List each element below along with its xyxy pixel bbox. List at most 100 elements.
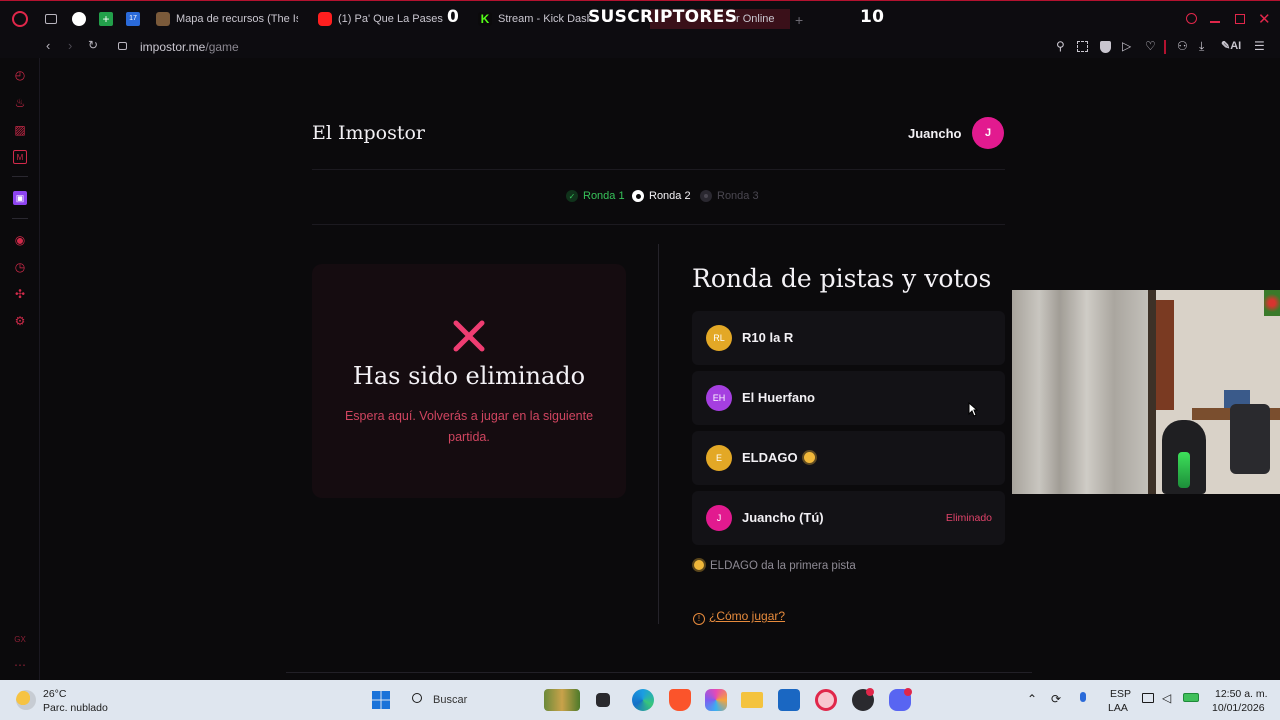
outlook-icon[interactable] — [778, 689, 800, 711]
eliminated-badge: Eliminado — [945, 512, 992, 524]
eliminated-subtitle: Espera aquí. Volverás a jugar en la sigu… — [344, 409, 594, 444]
footer-divider — [286, 672, 1032, 673]
stream-overlay-count-right: 10 — [860, 7, 885, 27]
heart-icon[interactable]: ♡ — [1145, 39, 1156, 53]
opera-gx-taskbar-icon[interactable] — [815, 689, 837, 711]
chair — [1230, 404, 1270, 474]
tray-sync-icon[interactable]: ⟳ — [1051, 692, 1061, 706]
url-field[interactable]: impostor.me/game — [140, 40, 239, 54]
rounds-divider — [312, 224, 1005, 225]
stream-overlay-subscribers: SUSCRIPTORES — [588, 7, 738, 27]
first-clue-hint: ELDAGO da la primera pista — [694, 560, 856, 572]
sidebar-history-icon[interactable]: ◷ — [13, 260, 27, 274]
task-view-icon[interactable] — [596, 693, 610, 707]
ai-label: AI — [1230, 40, 1242, 52]
minimize-button[interactable] — [1210, 21, 1220, 23]
windows-taskbar: 26°C Parc. nublado Buscar ⌃ ⟳ ESP LAA ◁ … — [0, 680, 1280, 720]
tray-chevron-icon[interactable]: ⌃ — [1027, 692, 1037, 706]
discord-badge — [904, 688, 912, 696]
webcam-overlay — [1012, 290, 1280, 494]
player-name: Juancho (Tú) — [742, 510, 824, 525]
youtube-favicon-icon — [318, 12, 332, 26]
file-explorer-icon[interactable] — [741, 692, 763, 708]
new-tab-button[interactable]: + — [795, 12, 803, 28]
edge-icon[interactable] — [632, 689, 654, 711]
taskbar-search[interactable]: Buscar — [433, 694, 467, 706]
sidebar-twitch-icon[interactable]: ▣ — [13, 191, 27, 205]
aria-ai-button[interactable]: ✎AI — [1221, 39, 1241, 52]
snap-button[interactable] — [1235, 14, 1245, 24]
sidebar-gx-icon[interactable]: GX — [13, 633, 27, 647]
clock-time[interactable]: 12:50 a. m. — [1215, 688, 1268, 700]
workspaces-icon[interactable] — [45, 14, 57, 24]
player-avatar: RL — [706, 325, 732, 351]
round-label: Ronda 1 — [583, 190, 625, 202]
pinned-sheets-icon[interactable]: + — [99, 12, 113, 26]
player-avatar: EH — [706, 385, 732, 411]
reload-icon[interactable]: ↻ — [88, 38, 98, 52]
tab-label: r Online — [736, 13, 775, 25]
user-name: Juancho — [908, 126, 962, 141]
stream-overlay-count-left: 0 — [447, 7, 460, 27]
eliminated-x-icon — [453, 320, 485, 352]
download-icon[interactable]: ⤓ — [1199, 39, 1204, 54]
tray-battery-icon[interactable] — [1183, 693, 1199, 702]
how-to-play-label: ¿Cómo jugar? — [709, 609, 786, 623]
shield-icon[interactable] — [1100, 41, 1111, 53]
browser-tab-bar: + 17 Mapa de recursos (The Isl (1) Pa' Q… — [0, 0, 1280, 36]
mic-light — [1178, 452, 1190, 488]
tab-mapa-recursos[interactable]: Mapa de recursos (The Isl — [156, 9, 298, 29]
brave-icon[interactable] — [669, 689, 691, 711]
weather-icon[interactable] — [16, 690, 36, 710]
player-name: El Huerfano — [742, 390, 815, 405]
back-icon[interactable]: ‹ — [46, 38, 50, 53]
profile-icon[interactable]: ⚇ — [1177, 39, 1188, 53]
search-highlight-icon[interactable] — [544, 689, 580, 711]
pinned-calendar-icon[interactable]: 17 — [126, 12, 140, 26]
search-icon[interactable] — [412, 693, 422, 703]
pinned-tab-icon[interactable] — [72, 12, 86, 26]
tab-label: Stream - Kick Dashb — [498, 13, 590, 25]
copilot-icon[interactable] — [705, 689, 727, 711]
start-button-icon[interactable] — [372, 691, 390, 709]
tray-display-icon[interactable] — [1142, 693, 1154, 703]
tab-youtube[interactable]: (1) Pa' Que La Pases Bie — [318, 9, 446, 29]
sidebar-cake-icon[interactable]: ♨ — [13, 96, 27, 110]
sidebar-player-icon[interactable]: ◉ — [13, 233, 27, 247]
opera-logo-icon[interactable] — [12, 11, 28, 27]
door-frame — [1148, 290, 1156, 494]
player-row[interactable]: J Juancho (Tú) Eliminado — [692, 491, 1005, 545]
hint-text: ELDAGO da la primera pista — [710, 560, 856, 572]
player-row[interactable]: EH El Huerfano — [692, 371, 1005, 425]
sidebar-mail-icon[interactable]: M — [13, 150, 27, 164]
user-avatar[interactable]: J — [972, 117, 1004, 149]
pending-round-icon — [700, 190, 712, 202]
sidebar-more-icon[interactable]: ⋯ — [13, 658, 27, 672]
how-to-play-link[interactable]: ! ¿Cómo jugar? — [693, 609, 785, 625]
snapshot-icon[interactable] — [1077, 41, 1088, 52]
player-row[interactable]: RL R10 la R — [692, 311, 1005, 365]
player-name: R10 la R — [742, 330, 794, 345]
sidebar-extensions-icon[interactable]: ✣ — [13, 287, 27, 301]
play-icon[interactable]: ▷ — [1122, 39, 1131, 53]
tab-kick[interactable]: K Stream - Kick Dashb — [478, 9, 590, 29]
sidebar-settings-icon[interactable]: ⚙ — [13, 314, 27, 328]
player-row[interactable]: E ELDAGO — [692, 431, 1005, 485]
language-line-2[interactable]: LAA — [1108, 702, 1128, 714]
search-tabs-icon[interactable] — [1186, 13, 1197, 24]
map-favicon-icon — [156, 12, 170, 26]
tray-volume-icon[interactable]: ◁ — [1162, 691, 1171, 705]
language-line-1[interactable]: ESP — [1110, 688, 1131, 700]
obs-notification-badge — [866, 688, 874, 696]
forward-icon[interactable]: › — [68, 38, 72, 53]
player-name-wrap: ELDAGO — [742, 450, 815, 465]
clock-date[interactable]: 10/01/2026 — [1212, 702, 1265, 714]
eliminated-title: Has sido eliminado — [352, 362, 586, 390]
close-window-button[interactable]: ✕ — [1258, 10, 1271, 28]
tray-mic-icon[interactable] — [1080, 692, 1086, 702]
sidebar-speed-dial-icon[interactable]: ◴ — [13, 68, 27, 82]
sidebar-stripes-icon[interactable]: ▨ — [13, 123, 27, 137]
menu-icon[interactable]: ☰ — [1254, 39, 1265, 53]
tab-label: Mapa de recursos (The Isl — [176, 13, 298, 25]
pin-icon[interactable]: ⚲ — [1056, 39, 1065, 53]
